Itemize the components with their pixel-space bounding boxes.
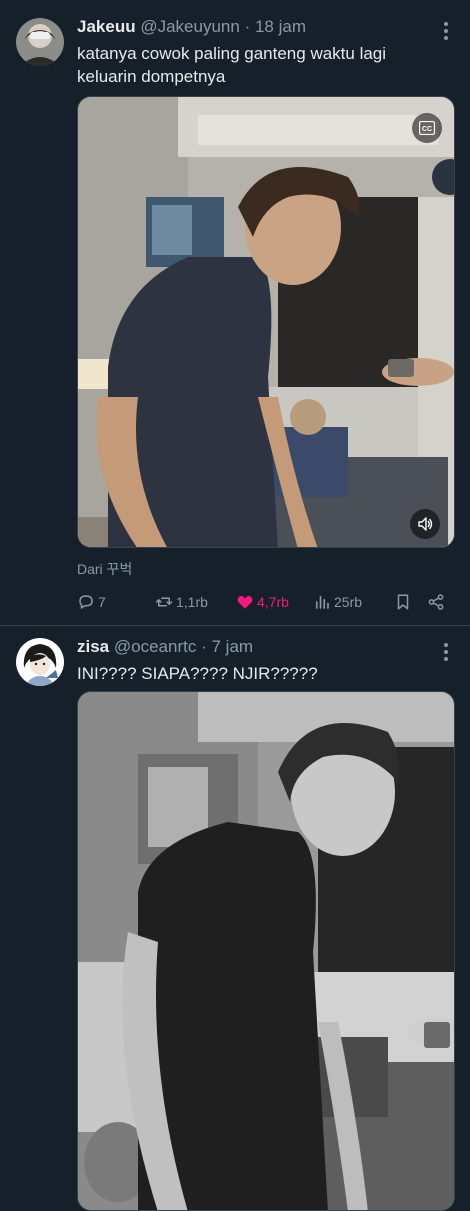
reply-count: 7: [98, 594, 106, 610]
views-count: 25rb: [334, 594, 363, 610]
separator: ·: [244, 17, 251, 36]
like-count: 4,7rb: [257, 594, 289, 610]
like-button[interactable]: 4,7rb: [236, 590, 289, 614]
bookmark-icon: [397, 594, 409, 610]
reply-icon: [79, 595, 93, 609]
tweet[interactable]: Jakeuu @Jakeuyunn · 18 jam katanya cowok…: [0, 0, 470, 625]
repost-count: 1,1rb: [176, 594, 208, 610]
views-icon: [315, 595, 329, 609]
display-name[interactable]: zisa: [77, 637, 109, 656]
user-handle[interactable]: @Jakeuyunn: [140, 17, 240, 36]
tweet[interactable]: zisa @oceanrtc · 7 jam INI???? SIAPA????…: [0, 625, 470, 1211]
more-icon[interactable]: [444, 643, 448, 664]
display-name[interactable]: Jakeuu: [77, 17, 136, 36]
tweet-header: zisa @oceanrtc · 7 jam: [77, 637, 253, 657]
share-icon: [428, 594, 444, 610]
tweet-image[interactable]: [77, 691, 455, 1211]
views-button[interactable]: 25rb: [313, 590, 362, 614]
share-button[interactable]: [427, 590, 445, 614]
action-bar: 7 1,1rb 4,7rb 25rb: [77, 590, 449, 614]
svg-text:CC: CC: [422, 126, 432, 133]
tweet-video[interactable]: CC: [77, 96, 455, 548]
volume-icon[interactable]: [410, 509, 440, 539]
timestamp[interactable]: 18 jam: [255, 17, 306, 36]
avatar[interactable]: [16, 638, 64, 686]
avatar[interactable]: [16, 18, 64, 66]
tweet-text: katanya cowok paling ganteng waktu lagi …: [77, 44, 387, 86]
timestamp[interactable]: 7 jam: [211, 637, 253, 656]
source-label[interactable]: Dari 꾸벅: [77, 559, 132, 579]
repost-icon: [155, 597, 173, 607]
tweet-header: Jakeuu @Jakeuyunn · 18 jam: [77, 17, 306, 37]
tweet-text: INI???? SIAPA???? NJIR?????: [77, 664, 318, 683]
captions-icon[interactable]: CC: [412, 113, 442, 143]
more-icon[interactable]: [444, 22, 448, 43]
bookmark-button[interactable]: [394, 590, 412, 614]
reply-button[interactable]: 7: [77, 590, 106, 614]
like-icon: [237, 596, 253, 609]
separator: ·: [201, 637, 207, 656]
user-handle[interactable]: @oceanrtc: [114, 637, 196, 656]
repost-button[interactable]: 1,1rb: [155, 590, 208, 614]
